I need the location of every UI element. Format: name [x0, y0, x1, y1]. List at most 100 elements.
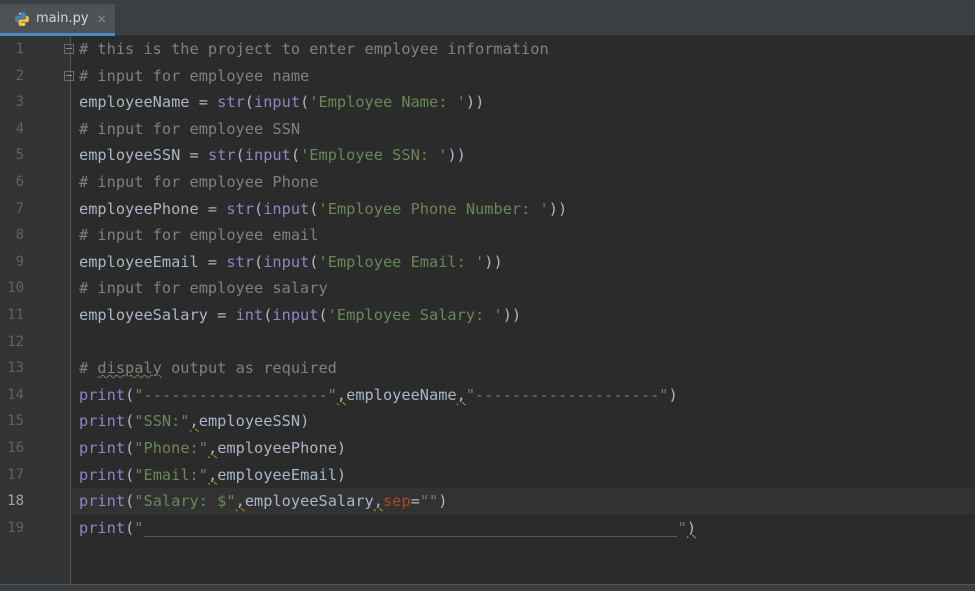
line-number: 11 [7, 307, 24, 323]
string-token: "Phone:" [134, 439, 208, 457]
code-token: ( [125, 412, 135, 431]
comment: # input for employee email [79, 226, 319, 245]
code-token: , [207, 465, 218, 484]
code-line: 16 print("Phone:",employeePhone) [0, 435, 975, 462]
code-token: ( [244, 93, 255, 112]
code-token: employeeEmail = [79, 252, 227, 271]
code-line: 12 [0, 329, 975, 356]
tab-main-py[interactable]: main.py × [0, 4, 115, 36]
line-number: 19 [7, 519, 24, 536]
code-token: ( [125, 465, 135, 484]
builtin-token: input [244, 146, 291, 165]
line-number: 9 [15, 253, 24, 270]
string-token: 'Employee Phone Number: ' [318, 199, 549, 218]
fold-icon[interactable] [64, 44, 74, 54]
string-token: "" [419, 492, 439, 511]
code-line: 2 # input for employee name [0, 63, 975, 90]
code-token: ( [290, 146, 301, 165]
line-number: 4 [15, 120, 24, 137]
code-token: )) [447, 146, 466, 165]
code-line: 10 # input for employee salary [0, 275, 975, 302]
code-token: )) [502, 306, 522, 324]
code-line: 9 employeeEmail = str(input('Employee Em… [0, 249, 975, 276]
code-token: , [235, 492, 245, 511]
code-token: employeeSalary = [79, 306, 236, 324]
code-line: 6 # input for employee Phone [0, 169, 975, 196]
builtin-token: input [254, 93, 301, 112]
line-number: 10 [7, 280, 24, 297]
line-number: 15 [7, 413, 24, 430]
code-token: employeeName [346, 385, 457, 404]
builtin-token: print [79, 492, 126, 511]
code-line: 13 # dispaly output as required [0, 355, 975, 382]
builtin-token: input [263, 199, 310, 218]
code-token: employeeSSN = [79, 146, 208, 165]
comment: # input for employee name [79, 66, 310, 85]
code-editor[interactable]: 1 # this is the project to enter employe… [0, 36, 975, 585]
typo-word: dispaly [97, 359, 162, 378]
comment: # input for employee Phone [79, 173, 319, 191]
builtin-token: print [79, 465, 126, 484]
code-line: 19 print("______________________________… [0, 515, 975, 542]
string-token: "Salary: $" [134, 492, 236, 511]
line-number: 16 [7, 440, 24, 456]
string-token: 'Employee Name: ' [309, 93, 466, 112]
string-token: "Email:" [134, 465, 208, 484]
line-number: 12 [7, 333, 24, 350]
comment: # this is the project to enter employee … [79, 40, 549, 58]
code-token: , [456, 385, 466, 404]
code-token: , [189, 412, 199, 431]
code-token: employeePhone) [217, 439, 347, 457]
line-number: 3 [15, 94, 24, 111]
code-line: 4 # input for employee SSN [0, 116, 975, 143]
line-number: 8 [15, 227, 24, 244]
code-line: 15 print("SSN:",employeeSSN) [0, 408, 975, 435]
code-token: )) [465, 93, 485, 112]
keyword-arg-token: sep [382, 492, 411, 511]
code-token: , [373, 492, 383, 511]
code-line: 17 print("Email:",employeeEmail) [0, 462, 975, 489]
code-token: ( [309, 252, 319, 271]
line-number: 1 [15, 41, 24, 57]
fold-end-icon[interactable] [64, 70, 74, 81]
code-token: ( [235, 146, 245, 165]
builtin-token: input [263, 252, 310, 271]
code-token: ( [318, 306, 328, 324]
builtin-token: str [226, 199, 254, 218]
string-token: "--------------------" [465, 385, 669, 404]
line-number: 17 [7, 466, 24, 483]
code-line: 7 employeePhone = str(input('Employee Ph… [0, 196, 975, 223]
code-line: 14 print("--------------------",employee… [0, 382, 975, 409]
builtin-token: print [79, 518, 126, 537]
code-token: ( [309, 199, 319, 218]
code-token: ( [125, 492, 135, 511]
builtin-token: str [217, 93, 245, 112]
code-token: employeeSSN) [198, 412, 310, 431]
comment: # input for employee salary [79, 279, 328, 298]
code-token: employeeSalary [244, 492, 374, 511]
close-icon[interactable]: × [97, 12, 107, 26]
tab-filename: main.py [36, 11, 89, 26]
code-token: ( [125, 385, 135, 404]
builtin-token: str [226, 252, 254, 271]
comment: # [79, 359, 98, 378]
code-token: ( [125, 439, 135, 457]
code-token: employeePhone = [79, 199, 227, 218]
status-bar [0, 584, 975, 591]
line-number: 18 [7, 493, 24, 510]
line-number: 5 [15, 147, 24, 164]
editor-tab-bar: main.py × [0, 0, 975, 36]
string-token: "_______________________________________… [134, 518, 687, 537]
code-line: 1 # this is the project to enter employe… [0, 36, 975, 63]
code-token: )) [484, 252, 503, 271]
line-number: 6 [15, 174, 24, 190]
code-token: )) [548, 199, 568, 218]
python-file-icon [14, 11, 30, 27]
code-token: , [336, 385, 347, 404]
code-line: 11 employeeSalary = int(input('Employee … [0, 302, 975, 329]
code-token: ( [300, 93, 310, 112]
code-token: ) [686, 518, 697, 537]
code-token: ( [254, 199, 264, 218]
code-line: 18 print("Salary: $",employeeSalary,sep=… [0, 488, 975, 515]
code-line: 3 employeeName = str(input('Employee Nam… [0, 89, 975, 116]
